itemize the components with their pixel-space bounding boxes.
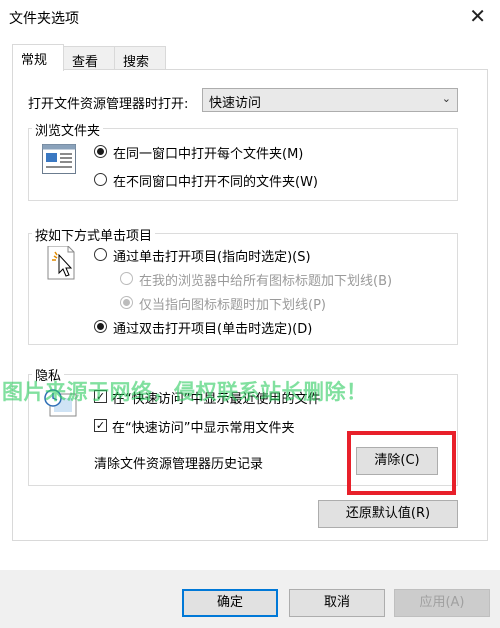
same-window-label[interactable]: 在同一窗口中打开每个文件夹(M): [113, 143, 303, 162]
checkbox-frequent-folders[interactable]: ✓: [94, 419, 107, 432]
folder-window-icon: [42, 144, 76, 174]
cancel-button[interactable]: 取消: [289, 589, 385, 617]
open-explorer-label: 打开文件资源管理器时打开:: [28, 97, 189, 112]
radio-single-click[interactable]: [94, 248, 107, 261]
radio-underline-all[interactable]: [120, 272, 133, 285]
radio-double-click[interactable]: [94, 320, 107, 333]
window-title: 文件夹选项: [9, 11, 79, 27]
tab-general[interactable]: 常规: [12, 44, 64, 71]
watermark-text: 图片来源于网络，侵权联系站长删除！: [2, 380, 368, 404]
open-explorer-select[interactable]: 快速访问 ⌄: [202, 88, 458, 112]
tab-search[interactable]: 搜索: [114, 46, 166, 70]
radio-underline-point[interactable]: [120, 296, 133, 309]
new-window-label[interactable]: 在不同窗口中打开不同的文件夹(W): [113, 171, 318, 190]
frequent-folders-label[interactable]: 在“快速访问”中显示常用文件夹: [112, 417, 294, 436]
single-click-label[interactable]: 通过单击打开项目(指向时选定)(S): [113, 246, 311, 265]
tab-view[interactable]: 查看: [63, 46, 115, 70]
open-explorer-selected: 快速访问: [209, 96, 262, 111]
click-items-title: 按如下方式单击项目: [32, 225, 156, 244]
browse-folders-title: 浏览文件夹: [32, 120, 104, 139]
title-bar: 文件夹选项 ✕: [0, 0, 500, 34]
clear-history-label: 清除文件资源管理器历史记录: [94, 457, 264, 472]
highlight-box: [347, 431, 456, 495]
double-click-label[interactable]: 通过双击打开项目(单击时选定)(D): [113, 318, 312, 337]
close-icon[interactable]: ✕: [469, 5, 486, 27]
ok-button[interactable]: 确定: [182, 589, 278, 617]
pointer-click-icon: [47, 246, 75, 280]
apply-button[interactable]: 应用(A): [394, 589, 490, 617]
restore-defaults-button[interactable]: 还原默认值(R): [318, 500, 458, 528]
underline-point-label[interactable]: 仅当指向图标标题时加下划线(P): [139, 294, 326, 313]
radio-same-window[interactable]: [94, 145, 107, 158]
chevron-down-icon: ⌄: [441, 92, 451, 105]
radio-new-window[interactable]: [94, 173, 107, 186]
underline-all-label[interactable]: 在我的浏览器中给所有图标标题加下划线(B): [139, 270, 392, 289]
